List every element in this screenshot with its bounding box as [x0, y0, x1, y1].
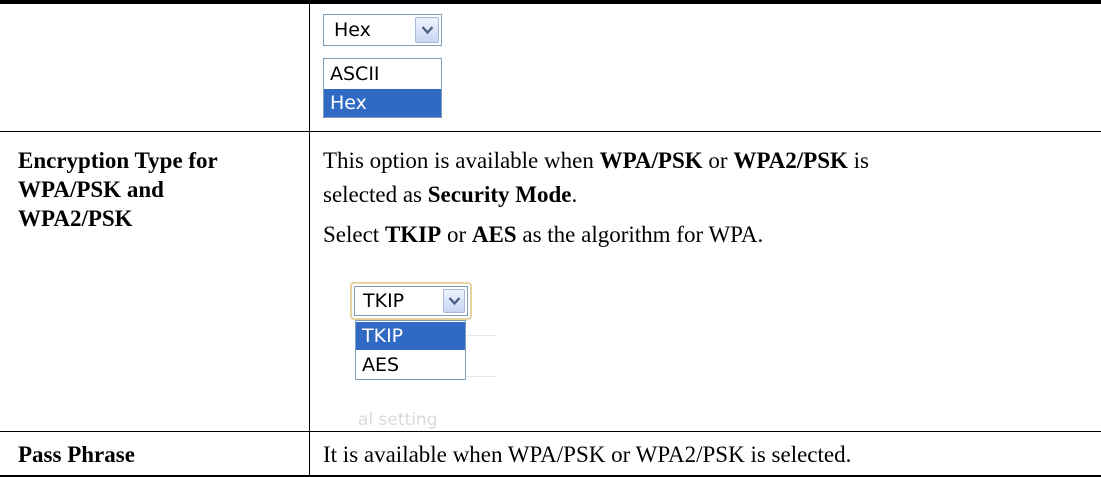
description-line: Select TKIP or AES as the algorithm for …: [323, 220, 763, 249]
chevron-down-icon[interactable]: [415, 17, 439, 43]
text: selected as: [323, 182, 428, 207]
text: WPA2/PSK: [733, 148, 848, 173]
row-divider: [0, 131, 1101, 132]
option-ascii[interactable]: ASCII: [324, 60, 441, 88]
select-value: Hex: [334, 19, 371, 41]
row-divider: [0, 431, 1101, 432]
text: Security Mode: [427, 182, 572, 207]
text: or: [441, 222, 472, 247]
text: TKIP: [384, 222, 442, 247]
row-label-line: Encryption Type for: [18, 148, 218, 173]
table-top-border: [0, 0, 1101, 4]
text: AES: [471, 222, 517, 247]
key-format-options: ASCII Hex: [323, 58, 442, 118]
description-line: It is available when WPA/PSK or WPA2/PSK…: [323, 442, 852, 467]
select-value: TKIP: [363, 290, 405, 312]
text: is: [847, 148, 870, 173]
decorative-line: [466, 335, 496, 336]
key-format-select[interactable]: Hex: [323, 14, 442, 46]
row-label-line: WPA2/PSK: [18, 206, 133, 231]
encryption-select-focus-ring: TKIP: [350, 282, 472, 320]
option-aes[interactable]: AES: [356, 351, 465, 379]
description-line: selected as Security Mode.: [323, 180, 577, 209]
option-hex[interactable]: Hex: [324, 89, 441, 117]
text: or: [702, 148, 734, 173]
encryption-type-options: TKIP AES: [355, 320, 466, 380]
option-tkip[interactable]: TKIP: [356, 322, 465, 350]
row-label-line: WPA/PSK and: [18, 177, 164, 202]
text: WPA/PSK: [599, 148, 703, 173]
column-divider: [309, 0, 310, 477]
description-table: Hex ASCII Hex Encryption Type for WPA/PS…: [0, 0, 1101, 477]
text: as the algorithm for WPA.: [516, 222, 764, 247]
text: Select: [323, 222, 385, 247]
text: This option is available when: [323, 148, 600, 173]
description-line: This option is available when WPA/PSK or…: [323, 146, 869, 175]
faded-background-text: al setting: [358, 410, 438, 430]
encryption-type-select[interactable]: TKIP: [354, 286, 468, 316]
row-label-line: Pass Phrase: [18, 442, 135, 467]
text: .: [571, 182, 578, 207]
decorative-line: [466, 376, 496, 377]
chevron-down-icon[interactable]: [443, 289, 465, 313]
